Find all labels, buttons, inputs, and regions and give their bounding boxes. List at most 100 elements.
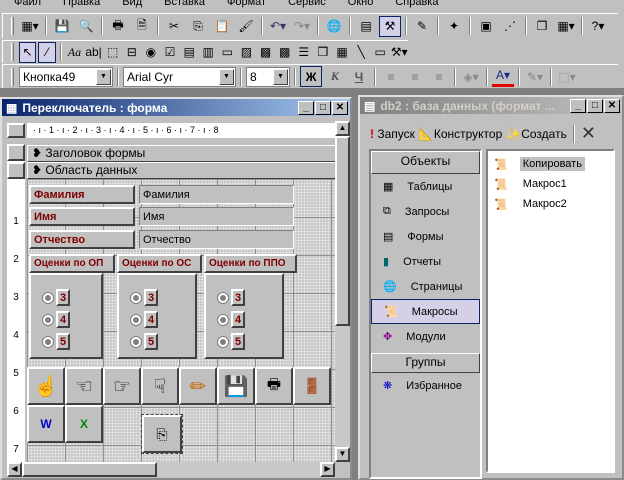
scroll-down-button[interactable]: ▼ <box>335 447 350 462</box>
database-window-icon[interactable]: ❐ <box>531 16 553 37</box>
radio-5[interactable] <box>131 337 141 347</box>
copy-icon[interactable]: ⎘ <box>187 16 209 37</box>
label-firstname[interactable]: Имя <box>29 207 135 226</box>
chevron-down-icon[interactable]: ▼ <box>273 68 288 85</box>
label-patronymic[interactable]: Отчество <box>29 230 135 249</box>
print-preview-icon[interactable]: 🗎 <box>131 16 153 37</box>
align-center-icon[interactable]: ≡ <box>404 66 426 87</box>
form-canvas[interactable]: Фамилия Фамилия Имя Имя Отчество Отчеств… <box>27 179 335 462</box>
properties-icon[interactable]: ▣ <box>475 16 497 37</box>
scroll-thumb[interactable] <box>335 136 350 326</box>
print-icon[interactable]: 🖶 <box>107 16 129 37</box>
exit-door-button[interactable]: 🚪 <box>293 367 331 405</box>
maximize-button[interactable]: □ <box>315 100 331 115</box>
save-disk-button[interactable]: 💾 <box>217 367 255 405</box>
scroll-right-button[interactable]: ▶ <box>320 462 335 477</box>
section-form-header[interactable]: ❥ Заголовок формы <box>27 145 337 162</box>
pointing-left-hand-button[interactable]: ☜ <box>65 367 103 405</box>
toolbox-icon[interactable]: ⚒ <box>379 15 401 37</box>
unbound-object-frame-icon[interactable]: ▩ <box>257 42 274 63</box>
field-patronymic[interactable]: Отчество <box>139 230 294 249</box>
section-detail[interactable]: ❥ Область данных <box>27 162 337 179</box>
option-group-op[interactable]: 3 4 5 <box>29 273 103 359</box>
search-icon[interactable]: 🔍 <box>75 16 97 37</box>
group-title-ppo[interactable]: Оценки по ППО <box>204 254 297 273</box>
option-button-icon[interactable]: ◉ <box>142 42 159 63</box>
objects-header[interactable]: Объекты <box>371 151 480 174</box>
pointing-down-hand-button[interactable]: ☟ <box>141 367 179 405</box>
chevron-down-icon[interactable]: ▼ <box>96 68 111 85</box>
hyperlink-icon[interactable]: 🌐 <box>323 16 345 37</box>
delete-icon[interactable]: ✕ <box>581 123 596 144</box>
cut-icon[interactable]: ✂ <box>163 16 185 37</box>
groups-header[interactable]: Группы <box>371 353 480 373</box>
field-lastname[interactable]: Фамилия <box>139 185 294 204</box>
check-box-icon[interactable]: ☑ <box>161 42 178 63</box>
radio-3[interactable] <box>43 293 53 303</box>
list-item[interactable]: 📜 Копировать <box>494 154 607 174</box>
radio-4[interactable] <box>131 315 141 325</box>
chevron-down-icon[interactable]: ▼ <box>219 68 234 85</box>
menu-insert[interactable]: Вставка <box>150 0 213 11</box>
scroll-thumb[interactable] <box>22 462 157 477</box>
format-painter-icon[interactable]: 🖌 <box>235 16 257 37</box>
horizontal-ruler[interactable]: · ı · 1 · ı · 2 · ı · 3 · ı · 4 · ı · 5 … <box>27 123 335 138</box>
code-icon[interactable]: ✦ <box>443 16 465 37</box>
radio-4[interactable] <box>43 315 53 325</box>
maximize-button[interactable]: □ <box>587 98 603 113</box>
group-title-op[interactable]: Оценки по ОП <box>29 254 115 273</box>
close-button[interactable]: ✕ <box>604 98 620 113</box>
scroll-up-button[interactable]: ▲ <box>335 121 350 136</box>
select-objects-icon[interactable]: ↖ <box>18 41 37 63</box>
form-selector[interactable] <box>7 123 25 138</box>
minimize-button[interactable]: _ <box>298 100 314 115</box>
bound-object-frame-icon[interactable]: ▩ <box>276 42 293 63</box>
autoformat-icon[interactable]: ✎ <box>411 16 433 37</box>
underline-button[interactable]: Ч <box>348 66 370 87</box>
pointing-up-hand-button[interactable]: ☝ <box>27 367 65 405</box>
rectangle-icon[interactable]: ▭ <box>372 42 389 63</box>
radio-3[interactable] <box>131 293 141 303</box>
scroll-left-button[interactable]: ◀ <box>7 462 22 477</box>
save-icon[interactable]: 💾 <box>51 16 73 37</box>
toolbar-grip[interactable] <box>11 17 14 35</box>
list-item[interactable]: 📜 Макрос2 <box>494 194 607 214</box>
combo-box-icon[interactable]: ▤ <box>181 42 198 63</box>
menu-edit[interactable]: Правка <box>49 0 108 11</box>
run-button[interactable]: ! Запуск <box>370 127 415 141</box>
image-icon[interactable]: ▨ <box>238 42 255 63</box>
object-macros[interactable]: 📜 Макросы <box>371 299 480 324</box>
radio-5[interactable] <box>43 337 53 347</box>
pencil-button[interactable]: ✏ <box>179 367 217 405</box>
object-reports[interactable]: ▮ Отчеты <box>371 249 480 274</box>
border-width-icon[interactable]: ⬚▾ <box>556 66 578 87</box>
detail-section-selector[interactable] <box>7 162 25 179</box>
help-icon[interactable]: ?▾ <box>587 16 609 37</box>
excel-button[interactable]: X <box>65 405 103 443</box>
toolbar-grip[interactable] <box>11 67 14 86</box>
object-modules[interactable]: ✥ Модули <box>371 324 480 349</box>
line-icon[interactable]: ╲ <box>353 42 370 63</box>
menu-format[interactable]: Формат <box>213 0 274 11</box>
group-favorites[interactable]: ❋ Избранное <box>371 373 480 398</box>
vertical-ruler[interactable]: 1 2 3 4 5 6 7 <box>7 144 25 474</box>
print-button[interactable]: 🖶 <box>255 367 293 405</box>
object-select[interactable]: Кнопка49 ▼ <box>19 66 113 87</box>
align-right-icon[interactable]: ≡ <box>428 66 450 87</box>
bold-button[interactable]: Ж <box>300 66 322 87</box>
list-item[interactable]: 📜 Макрос1 <box>494 174 607 194</box>
builder-icon[interactable]: ⋰ <box>499 16 521 37</box>
text-box-icon[interactable]: ab| <box>85 42 102 63</box>
menu-file[interactable]: Файл <box>0 0 49 11</box>
toolbar-grip[interactable] <box>11 43 14 61</box>
object-forms[interactable]: ▤ Формы <box>371 224 480 249</box>
copy-button-selected[interactable]: ⎘ <box>141 414 183 454</box>
create-button[interactable]: ✨Создать <box>506 127 567 141</box>
header-section-selector[interactable] <box>7 144 25 161</box>
option-group-icon[interactable]: ⬚ <box>104 42 121 63</box>
option-group-os[interactable]: 3 4 5 <box>117 273 197 359</box>
option-group-ppo[interactable]: 3 4 5 <box>204 273 284 359</box>
tab-control-icon[interactable]: ❒ <box>314 42 331 63</box>
italic-button[interactable]: К <box>324 66 346 87</box>
menu-window[interactable]: Окно <box>334 0 382 11</box>
